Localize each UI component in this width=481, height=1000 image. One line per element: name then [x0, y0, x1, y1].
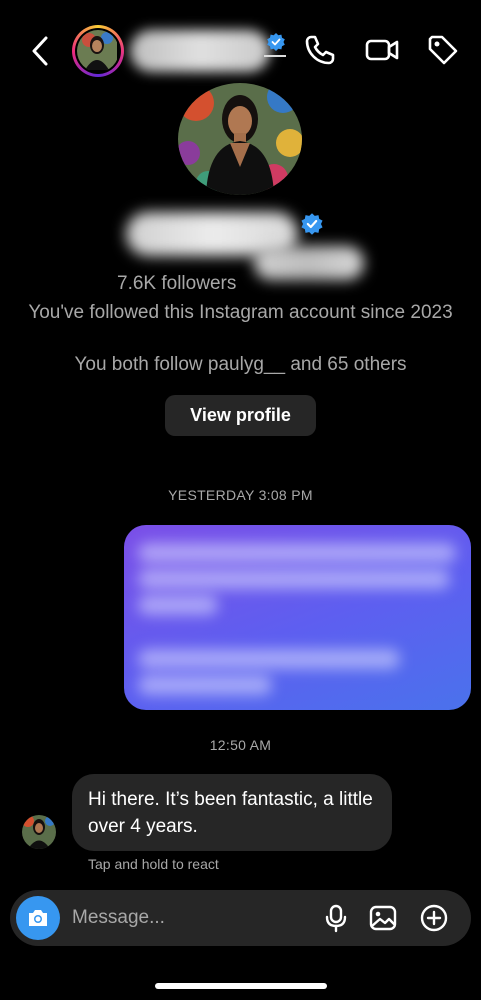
microphone-icon[interactable] — [320, 902, 352, 934]
verified-badge-icon — [267, 33, 285, 51]
header-name-underline — [264, 55, 286, 57]
profile-picture[interactable] — [178, 83, 302, 195]
plus-circle-icon[interactable] — [418, 902, 450, 934]
contact-name-redacted[interactable] — [130, 30, 270, 72]
message-input[interactable] — [72, 900, 312, 936]
received-message-bubble[interactable]: Hi there. It’s been fantastic, a little … — [72, 774, 392, 851]
verified-badge-icon — [301, 213, 323, 235]
image-icon[interactable] — [367, 902, 399, 934]
camera-icon — [29, 910, 47, 926]
message-composer — [10, 890, 471, 946]
posts-count-redacted — [254, 246, 364, 280]
chevron-left-icon[interactable] — [26, 34, 56, 68]
followers-count: 7.6K followers — [117, 273, 237, 294]
sender-avatar[interactable] — [22, 815, 56, 849]
home-indicator — [155, 983, 327, 989]
phone-icon[interactable] — [302, 32, 338, 68]
view-profile-button[interactable]: View profile — [165, 395, 316, 436]
timestamp: YESTERDAY 3:08 PM — [168, 487, 313, 503]
timestamp: 12:50 AM — [209, 737, 272, 753]
sent-message-bubble[interactable] — [124, 525, 471, 710]
received-message-text: Hi there. It’s been fantastic, a little … — [88, 789, 373, 837]
camera-button[interactable] — [16, 896, 60, 940]
react-hint: Tap and hold to react — [88, 856, 219, 872]
video-camera-icon[interactable] — [364, 32, 400, 68]
mutual-followers[interactable]: You both follow paulyg__ and 65 others — [0, 354, 481, 376]
followed-since: You've followed this Instagram account s… — [28, 302, 453, 323]
header-avatar[interactable] — [72, 25, 124, 77]
tag-icon[interactable] — [425, 32, 461, 68]
